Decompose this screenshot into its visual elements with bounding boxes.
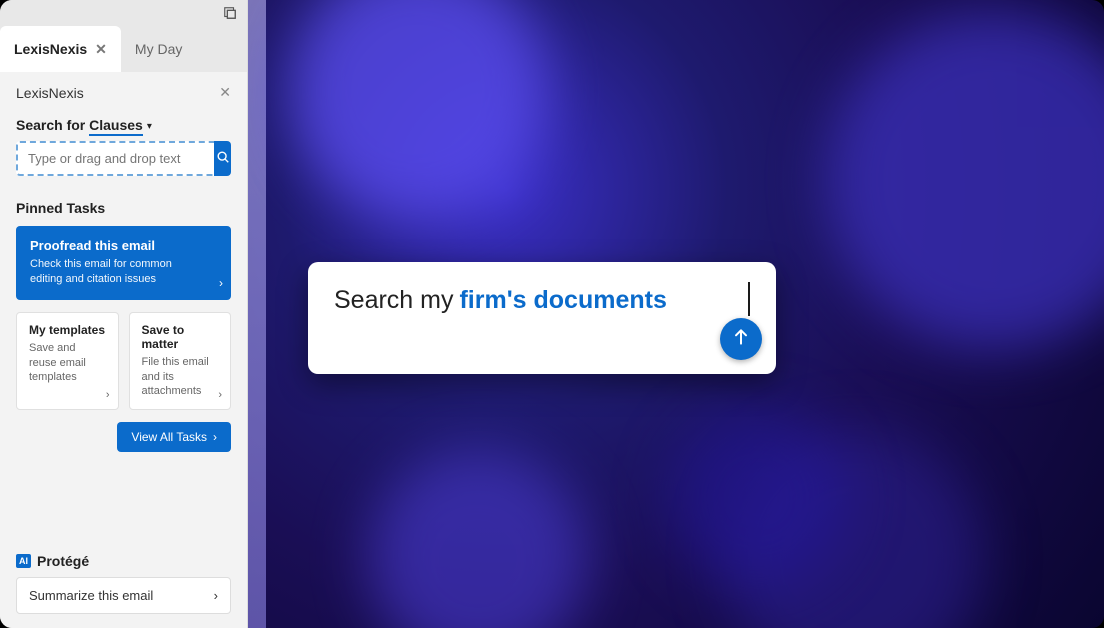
close-icon[interactable]: ✕ [219, 84, 231, 101]
bokeh-decoration [288, 0, 548, 220]
chevron-right-icon: › [218, 389, 222, 401]
chevron-down-icon[interactable]: ▾ [147, 121, 152, 132]
chevron-right-icon: › [106, 389, 110, 401]
bokeh-decoration [824, 10, 1104, 350]
search-pill-text: Search my firm's documents [334, 286, 667, 315]
task-description: Check this email for common editing and … [30, 257, 217, 288]
ai-badge-icon: AI [16, 554, 31, 568]
accent-strip [248, 0, 266, 628]
tab-label: LexisNexis [14, 41, 87, 57]
button-label: View All Tasks [131, 430, 207, 444]
search-type-dropdown[interactable]: Clauses [89, 117, 143, 136]
search-button[interactable] [214, 141, 231, 176]
tab-label: My Day [135, 41, 182, 57]
arrow-up-icon [731, 327, 751, 352]
task-my-templates[interactable]: My templates Save and reuse email templa… [16, 312, 119, 411]
search-input[interactable] [16, 141, 214, 176]
close-icon[interactable]: ✕ [95, 41, 107, 58]
tab-my-day[interactable]: My Day [121, 26, 196, 72]
pinned-tasks-title: Pinned Tasks [16, 200, 231, 216]
chevron-right-icon: › [214, 588, 218, 603]
button-label: Summarize this email [29, 588, 153, 603]
search-icon [216, 150, 230, 167]
task-row: My templates Save and reuse email templa… [16, 312, 231, 411]
task-proofread-email[interactable]: Proofread this email Check this email fo… [16, 226, 231, 300]
main-canvas: Search my firm's documents [248, 0, 1104, 628]
sidebar-topbar [0, 0, 247, 26]
popout-icon[interactable] [223, 6, 237, 20]
task-save-to-matter[interactable]: Save to matter File this email and its a… [129, 312, 232, 411]
search-pill-highlight: firm's documents [459, 286, 666, 315]
search-pill[interactable]: Search my firm's documents [308, 262, 776, 374]
chevron-right-icon: › [213, 430, 217, 444]
task-title: My templates [29, 323, 106, 337]
bokeh-decoration [668, 408, 848, 588]
tab-lexisnexis[interactable]: LexisNexis ✕ [0, 26, 121, 72]
task-description: Save and reuse email templates [29, 341, 106, 386]
submit-button[interactable] [720, 318, 762, 360]
protege-label: AI Protégé [16, 553, 231, 569]
chevron-right-icon: › [219, 276, 223, 290]
search-row [16, 141, 231, 176]
panel: LexisNexis ✕ Search for Clauses▾ Pinned … [0, 72, 247, 543]
tab-bar: LexisNexis ✕ My Day [0, 26, 247, 72]
task-title: Save to matter [142, 323, 219, 351]
sidebar-footer: AI Protégé Summarize this email › [0, 543, 247, 628]
bokeh-decoration [368, 448, 588, 628]
task-title: Proofread this email [30, 238, 217, 253]
task-description: File this email and its attachments [142, 355, 219, 400]
panel-header: LexisNexis ✕ [16, 84, 231, 101]
view-all-tasks-button[interactable]: View All Tasks › [117, 422, 231, 452]
sidebar: LexisNexis ✕ My Day LexisNexis ✕ Search … [0, 0, 248, 628]
panel-title: LexisNexis [16, 85, 84, 101]
search-label: Search for Clauses▾ [16, 117, 231, 133]
summarize-email-button[interactable]: Summarize this email › [16, 577, 231, 614]
text-caret [748, 282, 750, 316]
